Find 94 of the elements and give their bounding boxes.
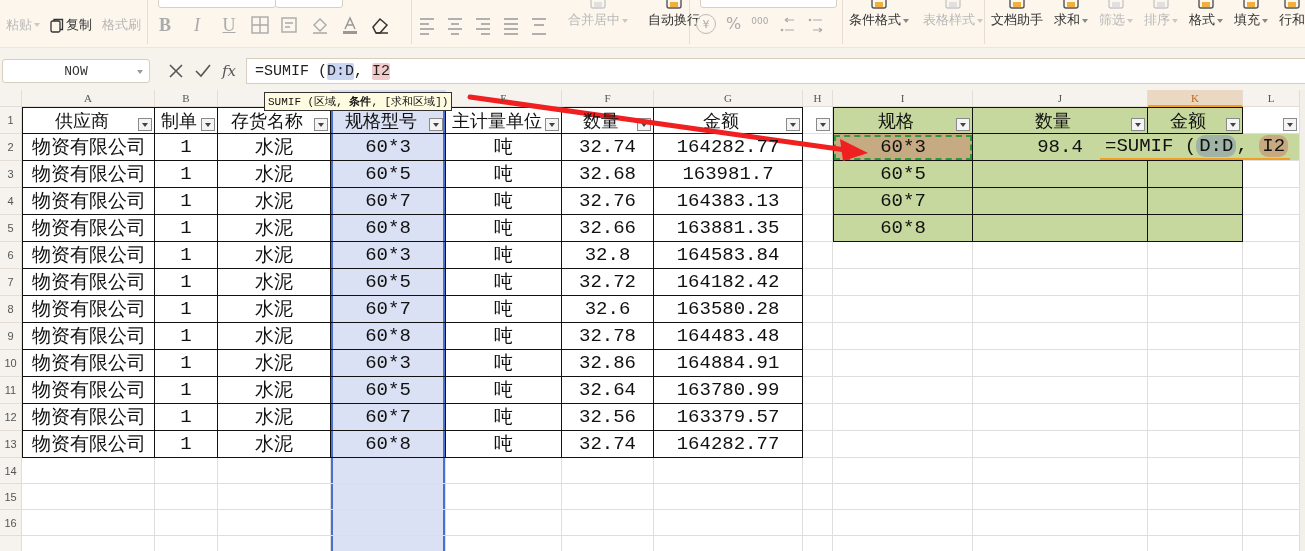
table-cell: 164884.91 [654, 350, 803, 377]
table-cell: 60*3 [331, 350, 446, 377]
table-cell: 60*7 [331, 188, 446, 215]
table-cell: 1 [155, 323, 218, 350]
table-cell: 60*7 [331, 296, 446, 323]
table-cell: 60*3 [331, 134, 446, 161]
table-cell: 163981.7 [654, 161, 803, 188]
table-cell: 163379.57 [654, 404, 803, 431]
table-cell: 164182.42 [654, 269, 803, 296]
table-cell: 60*5 [331, 269, 446, 296]
table-cell: 60*7 [833, 188, 973, 215]
table-cell: 物资有限公司 [22, 296, 155, 323]
table-cell: 32.66 [562, 215, 654, 242]
table-cell: 1 [155, 134, 218, 161]
table-cell: 吨 [446, 242, 562, 269]
table-cell: 物资有限公司 [22, 377, 155, 404]
table-cell: 物资有限公司 [22, 323, 155, 350]
table-cell: 164282.77 [654, 431, 803, 458]
header-label: 制单 [161, 110, 197, 133]
table-cell: 1 [155, 431, 218, 458]
table-cell: 60*8 [331, 215, 446, 242]
table-cell: 60*5 [331, 377, 446, 404]
table-cell: 物资有限公司 [22, 242, 155, 269]
table-cell: 32.56 [562, 404, 654, 431]
table-cell: 164583.84 [654, 242, 803, 269]
table-cell: 163780.99 [654, 377, 803, 404]
table-cell: 60*3 [331, 242, 446, 269]
table-cell: 60*5 [331, 161, 446, 188]
table-cell: 60*7 [331, 404, 446, 431]
header-label: 数量 [1035, 110, 1071, 133]
table-cell: 物资有限公司 [22, 404, 155, 431]
function-tooltip: SUMIF (区域, 条件, [求和区域]) [264, 92, 453, 111]
table-cell: 32.6 [562, 296, 654, 323]
table-cell: 60*8 [331, 323, 446, 350]
header-label: 规格 [878, 110, 914, 133]
formula-text: =SUMIF ( [255, 62, 327, 80]
header-label: 金额 [703, 110, 739, 133]
cell-reference: I2 [1259, 135, 1289, 157]
table-cell: 吨 [446, 431, 562, 458]
table-cell: 32.8 [562, 242, 654, 269]
table-cell: 60*5 [833, 161, 973, 188]
table-cell: 60*8 [331, 431, 446, 458]
table-cell: 物资有限公司 [22, 350, 155, 377]
header-label: 存货名称 [231, 110, 303, 133]
table-cell: 32.68 [562, 161, 654, 188]
table-cell: 163881.35 [654, 215, 803, 242]
table-cell: 1 [155, 161, 218, 188]
cell-name: NOW [64, 63, 88, 79]
table-cell: 32.64 [562, 377, 654, 404]
table-cell: 吨 [446, 350, 562, 377]
table-cell: 1 [155, 377, 218, 404]
table-cell: 164383.13 [654, 188, 803, 215]
table-cell: 163580.28 [654, 296, 803, 323]
table-cell: 32.78 [562, 323, 654, 350]
table-cell: 吨 [446, 161, 562, 188]
table-cell: 吨 [446, 215, 562, 242]
table-cell: 物资有限公司 [22, 161, 155, 188]
table-cell: 32.74 [562, 134, 654, 161]
table-cell: 吨 [446, 269, 562, 296]
table-cell: 物资有限公司 [22, 431, 155, 458]
range-reference: D:D [1196, 135, 1237, 157]
table-cell: 1 [155, 350, 218, 377]
table-cell: 1 [155, 404, 218, 431]
table-cell: 吨 [446, 296, 562, 323]
header-label: 金额 [1170, 110, 1206, 133]
formula-text: , [354, 62, 365, 80]
formula-text: , [1236, 135, 1249, 157]
cell-reference: I2 [372, 62, 391, 80]
table-cell: 吨 [446, 377, 562, 404]
table-cell: 1 [155, 242, 218, 269]
table-cell: 物资有限公司 [22, 269, 155, 296]
table-cell: 物资有限公司 [22, 215, 155, 242]
table-cell: 32.72 [562, 269, 654, 296]
table-cell: 164282.77 [654, 134, 803, 161]
table-cell: 吨 [446, 323, 562, 350]
table-cell: 1 [155, 215, 218, 242]
table-cell: 32.76 [562, 188, 654, 215]
table-cell: 吨 [446, 404, 562, 431]
table-cell: 1 [155, 188, 218, 215]
table-cell: 32.86 [562, 350, 654, 377]
header-label: 供应商 [54, 110, 109, 133]
header-label: 主计量单位 [451, 110, 542, 133]
table-cell: 1 [155, 296, 218, 323]
table-cell: 60*3 [833, 134, 973, 161]
range-reference: D:D [327, 62, 355, 80]
table-cell: 吨 [446, 188, 562, 215]
table-cell: 164483.48 [654, 323, 803, 350]
table-cell: 32.74 [562, 431, 654, 458]
header-label: 规格型号 [345, 110, 417, 133]
table-cell: 物资有限公司 [22, 188, 155, 215]
table-cell: 60*8 [833, 215, 973, 242]
table-cell: 吨 [446, 134, 562, 161]
table-cell: 物资有限公司 [22, 134, 155, 161]
table-cell: 1 [155, 269, 218, 296]
